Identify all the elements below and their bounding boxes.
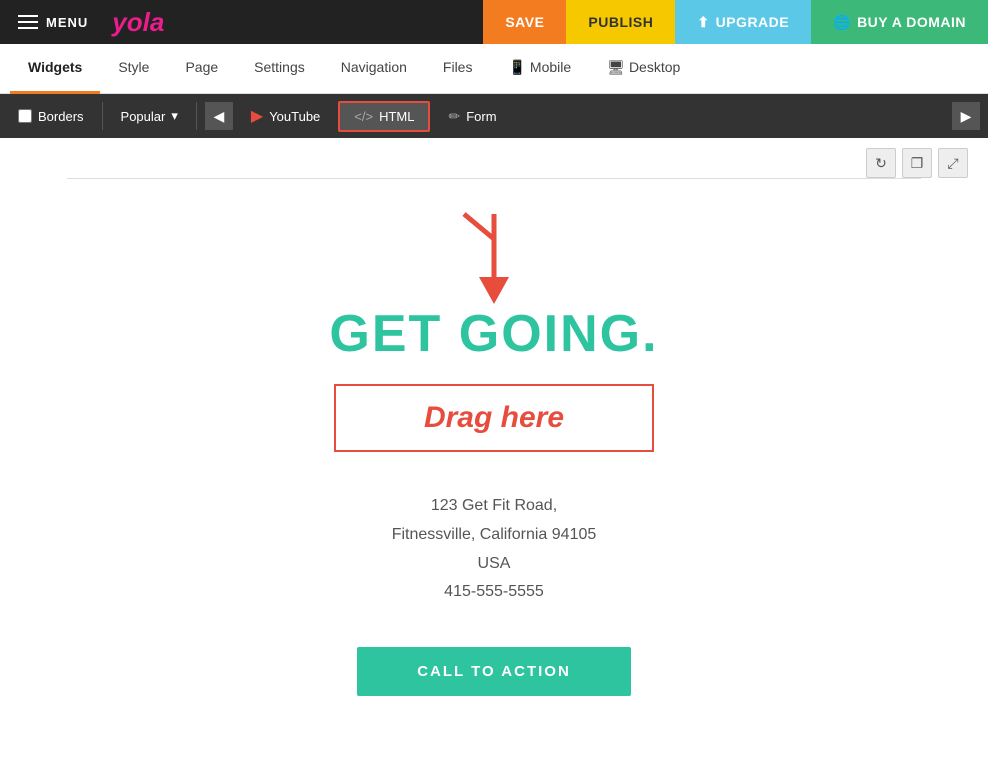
borders-label: Borders (38, 109, 84, 124)
tab-settings[interactable]: Settings (236, 44, 323, 94)
canvas: ↻ ❐ ⤢ GET GOING. Drag here 123 Get Fit R… (0, 138, 988, 767)
menu-label[interactable]: MENU (46, 15, 88, 30)
address-block: 123 Get Fit Road, Fitnessville, Californ… (392, 492, 597, 607)
topbar: MENU yola SAVE PUBLISH ⬆ UPGRADE 🌐 BUY A… (0, 0, 988, 44)
upgrade-button[interactable]: ⬆ UPGRADE (675, 0, 811, 44)
tab-mobile[interactable]: 📱 Mobile (490, 44, 589, 94)
html-icon: </> (354, 109, 373, 124)
logo: yola (100, 7, 176, 38)
domain-icon: 🌐 (833, 14, 851, 31)
scroll-right-button[interactable]: ▶ (952, 102, 980, 130)
tab-navigation[interactable]: Navigation (323, 44, 425, 94)
address-line-4: 415-555-5555 (392, 578, 597, 607)
tab-desktop[interactable]: 🖥 Desktop (589, 44, 698, 94)
html-label: HTML (379, 109, 414, 124)
canvas-controls: ↻ ❐ ⤢ (866, 148, 968, 178)
address-line-1: 123 Get Fit Road, (392, 492, 597, 521)
youtube-label: YouTube (269, 109, 320, 124)
tab-page[interactable]: Page (167, 44, 236, 94)
popular-dropdown[interactable]: Popular ▾ (111, 108, 188, 124)
canvas-content: GET GOING. Drag here 123 Get Fit Road, F… (0, 138, 988, 756)
upgrade-icon: ⬆ (697, 14, 709, 31)
form-widget-button[interactable]: ✏ Form (434, 102, 510, 131)
scroll-left-button[interactable]: ◀ (205, 102, 233, 130)
horizontal-divider (67, 178, 920, 179)
borders-checkbox-label[interactable]: Borders (8, 109, 94, 124)
desktop-icon: 🖥 (607, 59, 625, 76)
upgrade-label: UPGRADE (716, 14, 790, 30)
drag-here-label: Drag here (424, 401, 564, 435)
expand-button[interactable]: ⤢ (938, 148, 968, 178)
refresh-button[interactable]: ↻ (866, 148, 896, 178)
menu-button[interactable] (10, 9, 46, 35)
borders-checkbox[interactable] (18, 109, 32, 123)
address-line-2: Fitnessville, California 94105 (392, 521, 597, 550)
address-line-3: USA (392, 550, 597, 579)
drag-here-drop-zone[interactable]: Drag here (334, 384, 654, 452)
save-button[interactable]: SAVE (483, 0, 566, 44)
youtube-widget-button[interactable]: ▶ YouTube (237, 100, 334, 132)
call-to-action-button[interactable]: CALL TO ACTION (357, 647, 631, 696)
copy-button[interactable]: ❐ (902, 148, 932, 178)
form-icon: ✏ (448, 108, 460, 125)
html-widget-button[interactable]: </> HTML (338, 101, 430, 132)
buy-domain-button[interactable]: 🌐 BUY A DOMAIN (811, 0, 988, 44)
popular-label: Popular (121, 109, 166, 124)
tab-widgets[interactable]: Widgets (10, 44, 100, 94)
mobile-icon: 📱 (508, 59, 525, 76)
tab-style[interactable]: Style (100, 44, 167, 94)
form-label: Form (466, 109, 496, 124)
nav-tabs: Widgets Style Page Settings Navigation F… (0, 44, 988, 94)
red-arrow-indicator (454, 209, 534, 314)
widget-toolbar: Borders Popular ▾ ◀ ▶ YouTube </> HTML ✏… (0, 94, 988, 138)
chevron-down-icon: ▾ (171, 108, 178, 124)
toolbar-separator-2 (196, 102, 197, 130)
tab-files[interactable]: Files (425, 44, 491, 94)
publish-button[interactable]: PUBLISH (566, 0, 675, 44)
buy-domain-label: BUY A DOMAIN (857, 14, 966, 30)
toolbar-separator-1 (102, 102, 103, 130)
youtube-icon: ▶ (251, 106, 263, 126)
